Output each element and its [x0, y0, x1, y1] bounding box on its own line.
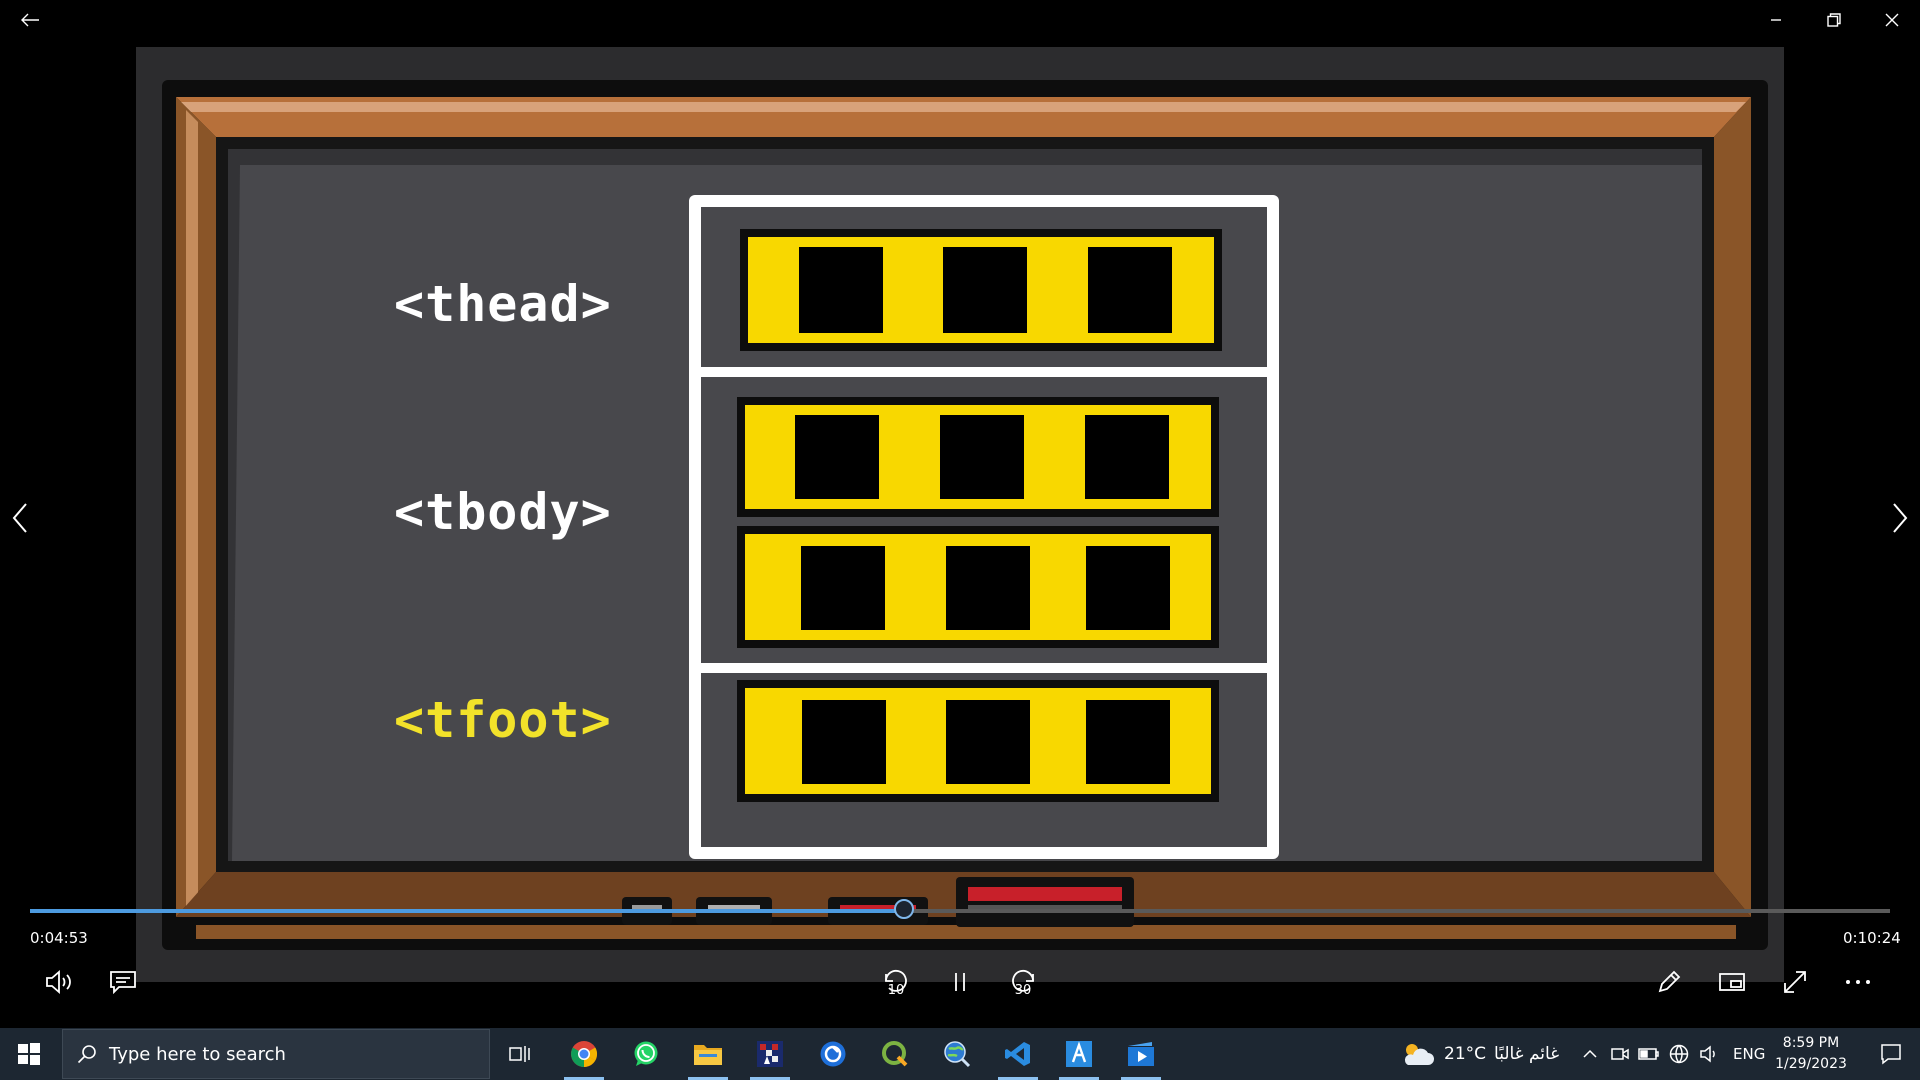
- volume-button[interactable]: [36, 962, 84, 1002]
- thead-row: [740, 229, 1222, 351]
- taskbar-media-player[interactable]: [1114, 1028, 1168, 1080]
- chevron-up-icon: [1583, 1049, 1597, 1058]
- wood-top-highlight: [181, 102, 1746, 112]
- globe-search-icon: [944, 1041, 971, 1068]
- media-player-icon: [1128, 1042, 1154, 1066]
- tbody-row-1: [737, 397, 1219, 517]
- font-app-icon: [1066, 1041, 1092, 1067]
- close-button[interactable]: [1864, 0, 1920, 40]
- file-explorer-icon: [694, 1045, 722, 1065]
- task-view-icon: [509, 1046, 530, 1062]
- chess-app-icon: [757, 1041, 783, 1067]
- minimize-button[interactable]: [1748, 0, 1804, 40]
- next-button[interactable]: [1880, 490, 1920, 546]
- cloudy-weather-icon: [1404, 1044, 1434, 1065]
- seek-progress: [30, 909, 905, 913]
- speaker-icon: [1700, 1045, 1715, 1063]
- qgis-icon: [882, 1041, 908, 1067]
- tv-illustration: [162, 80, 1768, 950]
- total-time: 0:10:24: [1843, 929, 1901, 947]
- seek-bar[interactable]: [30, 899, 1890, 919]
- back-arrow-icon: [21, 13, 39, 27]
- weather-condition: غائم غالبًا: [1494, 1044, 1560, 1064]
- whatsapp-icon: [634, 1041, 658, 1066]
- chevron-right-icon: [1893, 503, 1908, 533]
- chrome-icon: [571, 1041, 598, 1068]
- pencil-icon: [1658, 970, 1681, 993]
- tray-meet-now[interactable]: [1607, 1028, 1633, 1080]
- taskbar-search[interactable]: Type here to search: [62, 1029, 490, 1079]
- fullscreen-icon: [1784, 971, 1806, 993]
- battery-icon: [1638, 1048, 1659, 1060]
- volume-icon: [46, 970, 71, 994]
- notifications-button[interactable]: [1866, 1028, 1916, 1080]
- close-icon: [1885, 13, 1899, 27]
- thead-label: <thead>: [394, 275, 612, 333]
- tfoot-label: <tfoot>: [394, 691, 612, 749]
- globe-network-icon: [1669, 1044, 1689, 1064]
- taskbar-vscode[interactable]: [991, 1028, 1045, 1080]
- fullscreen-button[interactable]: [1771, 962, 1819, 1002]
- taskbar-file-explorer[interactable]: [681, 1028, 735, 1080]
- mini-view-button[interactable]: [1708, 962, 1756, 1002]
- tfoot-row: [737, 680, 1219, 802]
- captions-icon: [110, 971, 136, 994]
- taskbar-chess-app[interactable]: [743, 1028, 797, 1080]
- taskbar: Type here to search 21°C غائم غالبًا ENG…: [0, 1028, 1920, 1080]
- taskbar-chrome[interactable]: [557, 1028, 611, 1080]
- edit-button[interactable]: [1645, 962, 1693, 1002]
- captions-button[interactable]: [99, 962, 147, 1002]
- camera-icon: [1611, 1048, 1629, 1060]
- skip-back-button[interactable]: 10: [872, 962, 920, 1002]
- clock-date: 1/29/2023: [1775, 1056, 1847, 1072]
- vscode-icon: [1005, 1042, 1030, 1066]
- search-placeholder: Type here to search: [109, 1043, 286, 1065]
- pause-button[interactable]: [936, 962, 984, 1002]
- taskbar-browser-app[interactable]: [806, 1028, 860, 1080]
- weather-temperature: 21°C: [1444, 1044, 1487, 1064]
- taskbar-qgis[interactable]: [868, 1028, 922, 1080]
- restore-icon: [1827, 13, 1841, 27]
- tray-battery[interactable]: [1636, 1028, 1662, 1080]
- tray-volume[interactable]: [1696, 1028, 1722, 1080]
- back-button[interactable]: [2, 0, 58, 40]
- mini-view-icon: [1719, 973, 1745, 991]
- skip-forward-seconds: 30: [1014, 983, 1032, 998]
- tbody-row-2: [737, 526, 1219, 648]
- table-diagram: [689, 195, 1279, 859]
- taskbar-globe-search[interactable]: [930, 1028, 984, 1080]
- task-view-button[interactable]: [492, 1028, 546, 1080]
- wood-left-highlight: [186, 110, 198, 907]
- skip-back-seconds: 10: [887, 983, 905, 998]
- windows-logo-icon: [18, 1043, 40, 1065]
- more-options-button[interactable]: [1834, 962, 1882, 1002]
- taskbar-whatsapp[interactable]: [619, 1028, 673, 1080]
- previous-button[interactable]: [0, 490, 40, 546]
- tbody-label: <tbody>: [394, 483, 612, 541]
- start-button[interactable]: [0, 1028, 58, 1080]
- weather-widget[interactable]: 21°C غائم غالبًا: [1400, 1028, 1559, 1080]
- pause-icon: [955, 973, 965, 991]
- tray-network[interactable]: [1666, 1028, 1692, 1080]
- browser-app-icon: [820, 1041, 846, 1067]
- clock-time: 8:59 PM: [1782, 1035, 1840, 1051]
- restore-button[interactable]: [1806, 0, 1862, 40]
- input-language[interactable]: ENG: [1733, 1028, 1765, 1080]
- taskbar-font-app[interactable]: [1052, 1028, 1106, 1080]
- show-hidden-icons-button[interactable]: [1577, 1028, 1603, 1080]
- notification-icon: [1881, 1044, 1901, 1065]
- elapsed-time: 0:04:53: [30, 929, 88, 947]
- video-frame[interactable]: <thead> <tbody> <tfoot>: [136, 47, 1784, 982]
- search-icon: [77, 1045, 96, 1064]
- more-icon: [1846, 980, 1870, 984]
- minimize-icon: [1771, 19, 1781, 21]
- taskbar-clock[interactable]: 8:59 PM 1/29/2023: [1768, 1033, 1854, 1075]
- chevron-left-icon: [12, 503, 27, 533]
- wood-right: [1714, 97, 1751, 917]
- skip-forward-button[interactable]: 30: [999, 962, 1047, 1002]
